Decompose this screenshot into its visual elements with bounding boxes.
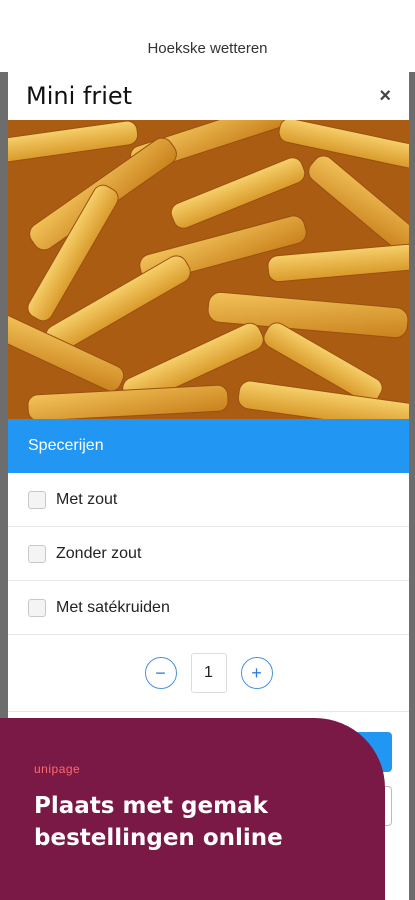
modal-header: Mini friet ×	[8, 72, 409, 120]
option-label: Met zout	[56, 490, 118, 508]
checkbox[interactable]	[28, 598, 46, 617]
quantity-value[interactable]: 1	[190, 653, 227, 693]
unipage-logo: unipage	[34, 762, 81, 776]
promo-line-2: bestellingen online	[34, 825, 283, 851]
checkbox[interactable]	[28, 544, 46, 563]
restaurant-name: Hoekske wetteren	[147, 39, 268, 57]
option-label: Met satékruiden	[56, 598, 170, 616]
promo-text: Plaats met gemak bestellingen online	[34, 790, 385, 854]
option-row[interactable]: Met satékruiden	[8, 581, 409, 635]
option-row[interactable]: Met zout	[8, 473, 409, 527]
product-image	[8, 120, 409, 419]
divider	[8, 711, 409, 712]
promo-line-1: Plaats met gemak	[34, 793, 268, 819]
modal-title: Mini friet	[26, 82, 133, 110]
checkbox[interactable]	[28, 490, 46, 509]
decrease-quantity-button[interactable]: −	[144, 657, 177, 689]
section-header-specerijen: Specerijen	[8, 419, 409, 473]
close-icon[interactable]: ×	[379, 85, 391, 108]
option-label: Zonder zout	[56, 544, 142, 562]
fries-image	[8, 120, 409, 419]
promo-banner[interactable]: unipage Plaats met gemak bestellingen on…	[0, 718, 385, 900]
quantity-stepper: − 1 +	[8, 635, 409, 711]
top-bar: Hoekske wetteren	[0, 0, 415, 72]
option-row[interactable]: Zonder zout	[8, 527, 409, 581]
increase-quantity-button[interactable]: +	[240, 657, 273, 689]
